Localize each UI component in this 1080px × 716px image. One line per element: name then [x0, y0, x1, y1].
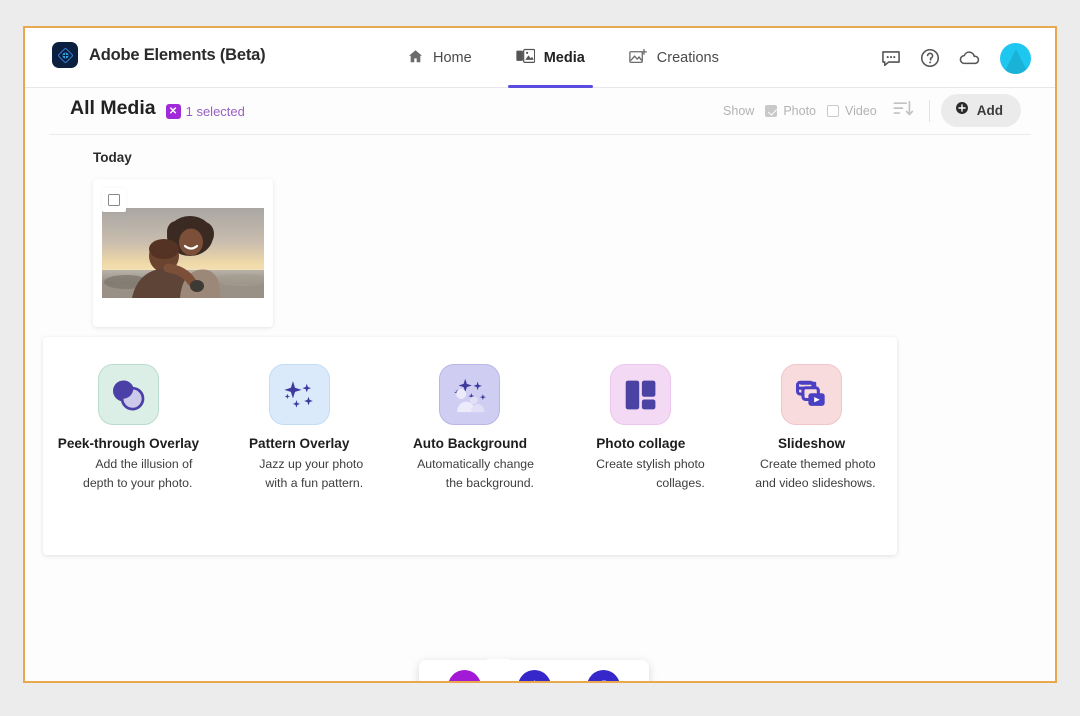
content-area: All Media ✕ 1 selected Show Photo Video: [25, 88, 1055, 681]
photo-thumbnail[interactable]: [102, 208, 264, 298]
home-icon: [407, 48, 424, 69]
feature-panel: Peek-through Overlay Add the illusion of…: [43, 337, 897, 555]
selected-count-label: 1 selected: [185, 104, 245, 119]
feature-card-slideshow[interactable]: Slideshow Create themed photo and video …: [726, 364, 897, 493]
cloud-icon[interactable]: [958, 47, 980, 69]
action-bar-notch: [487, 659, 509, 670]
divider: [928, 99, 930, 122]
feature-card-pattern-overlay[interactable]: Pattern Overlay Jazz up your photo with …: [214, 364, 385, 493]
help-circle-icon[interactable]: [919, 47, 941, 69]
feature-card-peek-through-overlay[interactable]: Peek-through Overlay Add the illusion of…: [43, 364, 214, 493]
share-button[interactable]: Share: [518, 669, 552, 681]
media-icon: [516, 48, 535, 69]
feature-card-auto-background[interactable]: Auto Background Automatically change the…: [385, 364, 556, 493]
selection-chip: ✕ 1 selected: [165, 104, 245, 119]
sub-header: All Media ✕ 1 selected Show Photo Video: [49, 88, 1031, 135]
nav-tab-creations[interactable]: Creations: [607, 28, 741, 88]
title-row: All Media ✕ 1 selected: [70, 97, 245, 120]
nav-tab-home[interactable]: Home: [385, 28, 494, 88]
trash-icon: [587, 669, 621, 681]
nav-tab-home-label: Home: [433, 50, 472, 66]
media-group-label: Today: [93, 150, 132, 165]
filter-photo[interactable]: Photo: [765, 104, 816, 118]
feature-description: Automatically change the background.: [417, 457, 534, 491]
photo-collage-icon: [610, 364, 672, 425]
sub-header-controls: Show Photo Video Add: [723, 94, 1021, 127]
feature-title: Photo collage: [596, 436, 686, 451]
feature-title: Pattern Overlay: [248, 436, 350, 451]
checkbox-photo-icon[interactable]: [765, 104, 778, 117]
add-button[interactable]: Add: [940, 94, 1021, 127]
checkbox-video-icon[interactable]: [827, 104, 839, 117]
adobe-elements-logo-icon: [52, 42, 78, 68]
feature-description: Add the illusion of depth to your photo.: [83, 457, 193, 491]
media-item-checkbox[interactable]: [102, 188, 126, 212]
selection-action-bar: Create Share: [419, 659, 649, 681]
filter-video-label: Video: [845, 103, 877, 118]
plus-icon: [448, 669, 482, 681]
feature-title: Peek-through Overlay: [57, 436, 200, 451]
feature-card-photo-collage[interactable]: Photo collage Create stylish photo colla…: [555, 364, 726, 493]
filter-video[interactable]: Video: [827, 104, 877, 118]
auto-background-icon: [439, 364, 501, 425]
main-navigation: Home Media Creations: [385, 28, 741, 88]
plus-circle-icon: [955, 101, 969, 120]
media-item[interactable]: [93, 179, 273, 327]
sparkles-icon: [268, 364, 330, 425]
page-title: All Media: [70, 97, 156, 119]
feature-description: Create themed photo and video slideshows…: [755, 457, 876, 491]
feature-description: Create stylish photo collages.: [596, 457, 705, 491]
avatar[interactable]: [1000, 42, 1031, 74]
show-label: Show: [723, 103, 755, 118]
filter-photo-label: Photo: [783, 103, 816, 118]
app-window: Adobe Elements (Beta) Home Media Creatio…: [23, 26, 1057, 683]
sort-descending-icon[interactable]: [888, 99, 918, 123]
brand: Adobe Elements (Beta): [52, 42, 266, 68]
peek-through-overlay-icon: [97, 364, 159, 425]
feature-title: Auto Background: [412, 436, 528, 451]
share-upload-icon: [518, 669, 552, 681]
nav-tab-media-label: Media: [543, 50, 585, 66]
nav-tab-creations-label: Creations: [656, 50, 719, 66]
delete-button[interactable]: Delete: [587, 669, 622, 681]
chat-bubble-icon[interactable]: [880, 47, 902, 69]
brand-title: Adobe Elements (Beta): [89, 45, 266, 64]
clear-selection-icon[interactable]: ✕: [165, 104, 181, 119]
add-button-label: Add: [976, 103, 1003, 118]
nav-tab-media[interactable]: Media: [494, 28, 607, 88]
slideshow-icon: [781, 364, 843, 425]
feature-description: Jazz up your photo with a fun pattern.: [259, 457, 364, 491]
top-bar: Adobe Elements (Beta) Home Media Creatio…: [25, 28, 1055, 88]
feature-title: Slideshow: [777, 436, 846, 451]
creations-icon: [629, 48, 648, 69]
top-bar-actions: [880, 28, 1031, 88]
checkbox-unchecked-icon: [108, 194, 120, 206]
create-button[interactable]: Create: [447, 669, 483, 681]
